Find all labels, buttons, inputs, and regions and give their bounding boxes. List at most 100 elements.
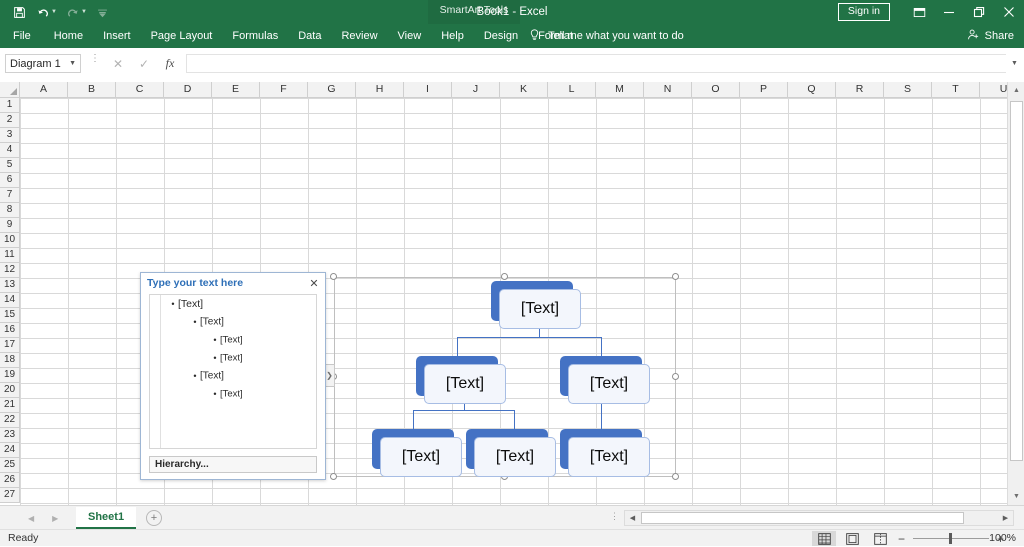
redo-group[interactable]: ▼ bbox=[62, 2, 90, 22]
name-box[interactable]: Diagram 1 ▼ bbox=[5, 54, 81, 73]
ribbon-display-options-icon[interactable] bbox=[904, 0, 934, 24]
text-pane-body[interactable]: •[Text] •[Text] •[Text] •[Text] •[Text] … bbox=[149, 294, 317, 449]
row-header-9[interactable]: 9 bbox=[0, 218, 20, 233]
normal-view-icon[interactable] bbox=[812, 531, 836, 546]
tab-home[interactable]: Home bbox=[44, 24, 93, 48]
column-header-L[interactable]: L bbox=[548, 82, 596, 98]
page-layout-view-icon[interactable] bbox=[840, 531, 864, 546]
tab-help[interactable]: Help bbox=[431, 24, 474, 48]
save-icon[interactable] bbox=[8, 2, 30, 22]
customize-quick-access-toolbar-icon[interactable] bbox=[92, 2, 114, 22]
zoom-slider-thumb[interactable] bbox=[949, 533, 952, 544]
enter-formula-icon[interactable]: ✓ bbox=[131, 54, 157, 73]
horizontal-scroll-thumb[interactable] bbox=[641, 512, 964, 524]
column-header-M[interactable]: M bbox=[596, 82, 644, 98]
column-header-S[interactable]: S bbox=[884, 82, 932, 98]
row-header-27[interactable]: 27 bbox=[0, 488, 20, 503]
column-header-K[interactable]: K bbox=[500, 82, 548, 98]
tab-file[interactable]: File bbox=[0, 24, 44, 48]
scroll-right-icon[interactable]: ▶ bbox=[998, 511, 1013, 525]
smartart-node-4[interactable]: [Text] bbox=[372, 429, 454, 469]
restore-icon[interactable] bbox=[964, 0, 994, 24]
column-header-H[interactable]: H bbox=[356, 82, 404, 98]
row-header-14[interactable]: 14 bbox=[0, 293, 20, 308]
row-header-18[interactable]: 18 bbox=[0, 353, 20, 368]
sign-in-button[interactable]: Sign in bbox=[838, 3, 890, 21]
expand-formula-bar-icon[interactable]: ▼ bbox=[1007, 54, 1022, 73]
row-header-1[interactable]: 1 bbox=[0, 98, 20, 113]
add-sheet-button[interactable]: + bbox=[146, 510, 162, 526]
sheet-bar-resize-handle[interactable]: ⋮ bbox=[610, 514, 619, 518]
text-pane-layout-label[interactable]: Hierarchy... bbox=[149, 456, 317, 473]
column-header-O[interactable]: O bbox=[692, 82, 740, 98]
scroll-down-icon[interactable]: ▼ bbox=[1008, 488, 1024, 505]
row-header-16[interactable]: 16 bbox=[0, 323, 20, 338]
row-header-17[interactable]: 17 bbox=[0, 338, 20, 353]
tab-design[interactable]: Design bbox=[474, 24, 528, 48]
close-icon[interactable] bbox=[994, 0, 1024, 24]
chevron-down-icon[interactable]: ▼ bbox=[69, 60, 76, 67]
zoom-out-button[interactable]: − bbox=[896, 533, 907, 545]
zoom-level-label[interactable]: 100% bbox=[989, 530, 1016, 547]
column-header-B[interactable]: B bbox=[68, 82, 116, 98]
row-header-13[interactable]: 13 bbox=[0, 278, 20, 293]
row-header-6[interactable]: 6 bbox=[0, 173, 20, 188]
vertical-scroll-thumb[interactable] bbox=[1010, 101, 1023, 461]
row-header-21[interactable]: 21 bbox=[0, 398, 20, 413]
text-pane-close-icon[interactable]: ✕ bbox=[307, 276, 321, 290]
smartart-node-2[interactable]: [Text] bbox=[416, 356, 498, 396]
insert-function-icon[interactable]: fx bbox=[157, 54, 183, 73]
smartart-text-pane[interactable]: Type your text here ✕ •[Text] •[Text] •[… bbox=[140, 272, 326, 480]
text-pane-item[interactable]: •[Text] bbox=[150, 385, 316, 403]
share-button[interactable]: Share bbox=[967, 24, 1014, 48]
row-header-20[interactable]: 20 bbox=[0, 383, 20, 398]
next-sheet-icon[interactable]: ▶ bbox=[52, 514, 58, 523]
row-header-4[interactable]: 4 bbox=[0, 143, 20, 158]
column-header-I[interactable]: I bbox=[404, 82, 452, 98]
tab-review[interactable]: Review bbox=[331, 24, 387, 48]
column-header-F[interactable]: F bbox=[260, 82, 308, 98]
smartart-node-5[interactable]: [Text] bbox=[466, 429, 548, 469]
name-box-resize-handle[interactable]: ⋮ bbox=[90, 56, 100, 61]
text-pane-item[interactable]: •[Text] bbox=[150, 367, 316, 385]
row-header-2[interactable]: 2 bbox=[0, 113, 20, 128]
node-label[interactable]: [Text] bbox=[568, 364, 650, 404]
cancel-formula-icon[interactable]: ✕ bbox=[105, 54, 131, 73]
row-header-12[interactable]: 12 bbox=[0, 263, 20, 278]
column-header-N[interactable]: N bbox=[644, 82, 692, 98]
node-label[interactable]: [Text] bbox=[380, 437, 462, 477]
previous-sheet-icon[interactable]: ◀ bbox=[28, 514, 34, 523]
select-all-button[interactable] bbox=[0, 82, 20, 98]
row-header-26[interactable]: 26 bbox=[0, 473, 20, 488]
node-label[interactable]: [Text] bbox=[474, 437, 556, 477]
smartart-node-3[interactable]: [Text] bbox=[560, 356, 642, 396]
node-label[interactable]: [Text] bbox=[499, 289, 581, 329]
column-header-Q[interactable]: Q bbox=[788, 82, 836, 98]
row-header-25[interactable]: 25 bbox=[0, 458, 20, 473]
zoom-slider-track[interactable] bbox=[913, 538, 989, 539]
tab-formulas[interactable]: Formulas bbox=[222, 24, 288, 48]
minimize-icon[interactable] bbox=[934, 0, 964, 24]
row-header-5[interactable]: 5 bbox=[0, 158, 20, 173]
row-header-3[interactable]: 3 bbox=[0, 128, 20, 143]
text-pane-item[interactable]: •[Text] bbox=[150, 349, 316, 367]
text-pane-item[interactable]: •[Text] bbox=[150, 313, 316, 331]
undo-group[interactable]: ▼ bbox=[32, 2, 60, 22]
tell-me-box[interactable]: Tell me what you want to do bbox=[528, 24, 684, 48]
smartart-node-6[interactable]: [Text] bbox=[560, 429, 642, 469]
tab-data[interactable]: Data bbox=[288, 24, 331, 48]
vertical-scrollbar[interactable]: ▲ ▼ bbox=[1007, 82, 1024, 505]
row-header-24[interactable]: 24 bbox=[0, 443, 20, 458]
row-header-19[interactable]: 19 bbox=[0, 368, 20, 383]
row-header-11[interactable]: 11 bbox=[0, 248, 20, 263]
column-header-C[interactable]: C bbox=[116, 82, 164, 98]
column-header-T[interactable]: T bbox=[932, 82, 980, 98]
tab-insert[interactable]: Insert bbox=[93, 24, 141, 48]
scroll-left-icon[interactable]: ◀ bbox=[625, 511, 640, 525]
redo-caret-icon[interactable]: ▼ bbox=[81, 9, 90, 15]
sheet-tab-sheet1[interactable]: Sheet1 bbox=[76, 507, 136, 529]
column-header-A[interactable]: A bbox=[20, 82, 68, 98]
tab-page-layout[interactable]: Page Layout bbox=[141, 24, 223, 48]
column-header-D[interactable]: D bbox=[164, 82, 212, 98]
undo-caret-icon[interactable]: ▼ bbox=[51, 9, 60, 15]
